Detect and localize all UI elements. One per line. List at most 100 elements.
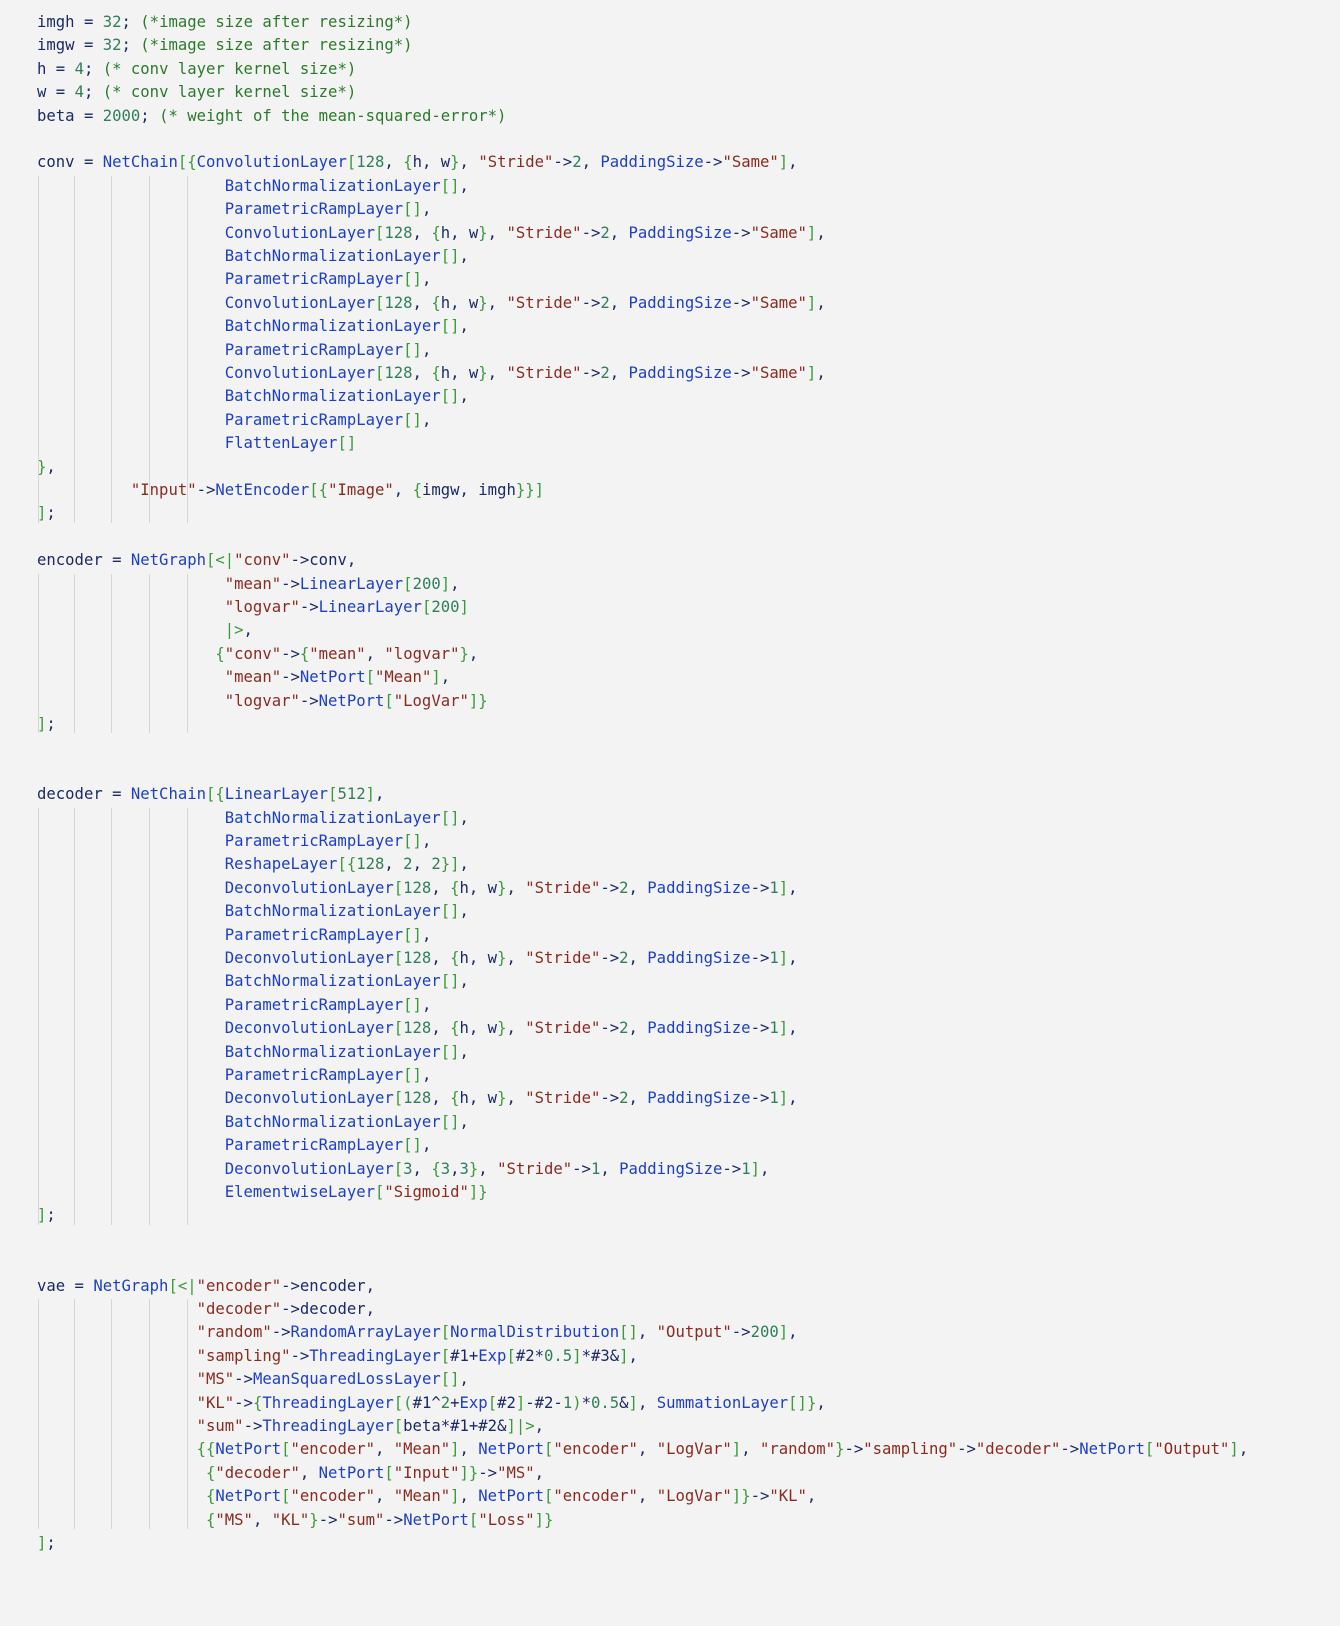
code-line: "sampling"->ThreadingLayer[#1+Exp[#2*0.5… [37,1344,638,1368]
code-token: [ [206,785,216,804]
code-token: , [459,247,469,265]
code-token: , [609,364,629,382]
code-token: } [478,293,488,312]
code-token: * [534,1346,545,1365]
indent-guide [111,807,112,1225]
indent-guide [111,175,112,523]
code-token: -> [750,1019,770,1038]
code-token: "mean" [224,668,282,687]
code-token: { [215,785,225,804]
code-token: [ [365,668,375,687]
code-token: , [375,785,385,804]
code-line: ]; [37,712,56,736]
code-token: "MS" [497,1463,535,1482]
code-token: beta [37,106,75,125]
code-token: , [506,1089,526,1108]
code-token: , [365,1276,376,1295]
code-token: { [431,293,441,312]
code-cell[interactable]: imgh = 32; (*image size after resizing*)… [0,0,1340,1626]
code-line: ParametricRampLayer[], [37,993,432,1017]
code-token: , [431,878,451,897]
code-token: } [440,855,451,874]
code-token: ] [450,855,460,874]
code-line: {{NetPort["encoder", "Mean"], NetPort["e… [37,1437,1249,1461]
code-line: ParametricRampLayer[], [37,923,432,947]
code-token: "Stride" [525,1019,601,1038]
code-line: {NetPort["encoder", "Mean"], NetPort["en… [37,1484,816,1508]
code-token: NetPort [1079,1440,1145,1459]
code-line: "mean"->NetPort["Mean"], [37,665,450,689]
code-token: , [375,1440,394,1459]
code-token: [] [440,808,460,827]
code-token: BatchNormalizationLayer [224,247,441,265]
code-token: -> [600,1089,620,1108]
code-token: { [196,1440,206,1459]
code-token: "LogVar" [393,691,469,710]
code-token: ] [806,364,817,382]
code-token: , [609,223,629,242]
code-token: "Output" [656,1323,732,1342]
code-token: ] [450,1487,460,1506]
code-line: DeconvolutionLayer[128, {h, w}, "Stride"… [37,946,798,970]
code-token: [] [440,176,460,195]
code-token: "logvar" [224,691,300,710]
code-token: = [46,59,75,78]
code-token: , [440,668,451,687]
code-token: -> [957,1440,976,1459]
code-token: , [412,1159,432,1178]
code-token: -> [271,1323,291,1342]
code-token: , [637,1323,657,1342]
code-token: DeconvolutionLayer [224,1019,394,1038]
code-token: [ [281,1487,291,1506]
code-token: NetPort [478,1487,545,1506]
code-token: , [421,410,432,429]
code-token: "conv" [224,644,282,663]
code-token: #3 [590,1346,610,1365]
code-token: w [487,878,498,897]
code-token: , [628,1019,648,1038]
code-token: -> [196,481,216,499]
code-token: -> [731,293,751,312]
code-token: "logvar" [384,644,460,663]
code-token: BatchNormalizationLayer [224,1112,441,1131]
code-token: 200 [431,598,460,616]
code-token: "KL" [271,1510,310,1529]
code-token: , [450,223,469,242]
code-token: (* conv layer kernel size*) [102,83,357,102]
code-token: -> [703,153,723,172]
code-token: , [628,1089,648,1108]
code-token: , [421,340,432,359]
code-token: ] [431,668,441,687]
code-token: - [553,1393,563,1412]
code-token: , [459,1370,469,1389]
code-token: 128 [403,949,432,967]
code-token: -> [318,1510,338,1529]
code-token: "encoder" [553,1440,638,1459]
code-token: ParametricRampLayer [224,340,404,359]
code-token: [ [506,1346,516,1365]
code-token: * [581,1393,591,1412]
code-token: h [440,293,451,312]
code-token: { [412,481,422,499]
code-token: = [74,36,103,55]
code-token: = [102,551,131,570]
code-token: , [412,293,432,312]
code-token: * [581,1346,591,1365]
code-token: PaddingSize [647,1089,751,1108]
code-token: ; [121,13,141,31]
code-token: [ [403,574,413,593]
code-token: , [487,364,507,382]
code-token: , [243,621,253,640]
code-token: DeconvolutionLayer [224,949,394,967]
code-token: BatchNormalizationLayer [224,387,441,406]
code-token: "LogVar" [656,1440,732,1459]
code-token: PaddingSize [647,878,751,897]
code-token: [ [1144,1440,1155,1459]
